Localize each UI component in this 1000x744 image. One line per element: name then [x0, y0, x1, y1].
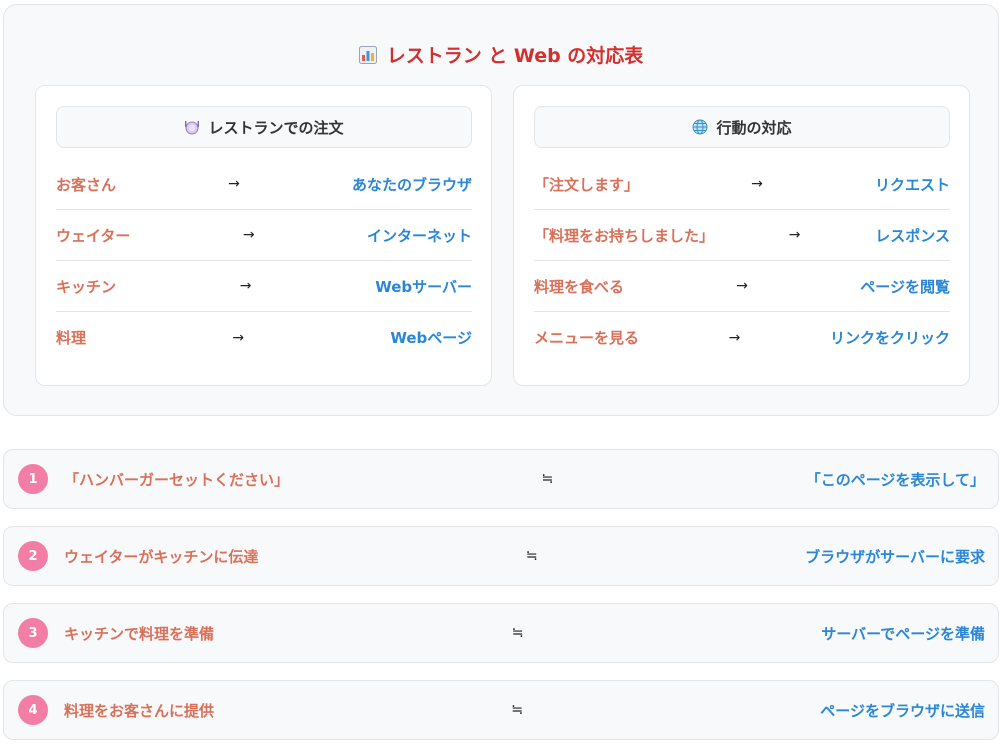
comparison-panel: レストラン と Web の対応表 レストランでの注文 お客さん → あなたのブラ…	[3, 4, 999, 416]
mapping-left: 「注文します」	[534, 175, 640, 194]
mapping-row: キッチン → Webサーバー	[56, 261, 472, 312]
arrow-icon: →	[751, 176, 763, 192]
step-restaurant-text: 「ハンバーガーセットください」	[64, 470, 290, 489]
mapping-row: 「料理をお持ちしました」 → レスポンス	[534, 210, 950, 261]
step-web-text: 「このページを表示して」	[805, 470, 985, 489]
step-restaurant-text: ウェイターがキッチンに伝達	[64, 547, 259, 566]
page-title-text: レストラン と Web の対応表	[386, 45, 644, 67]
mapping-left: お客さん	[56, 175, 117, 194]
approx-equal-icon: ≒	[511, 625, 524, 641]
mapping-right: Webページ	[390, 329, 472, 347]
step-web-text: ブラウザがサーバーに要求	[805, 547, 985, 566]
page-title: レストラン と Web の対応表	[4, 41, 998, 68]
restaurant-card: レストランでの注文 お客さん → あなたのブラウザ ウェイター → インターネッ…	[35, 85, 492, 386]
step-number-badge: 2	[18, 541, 48, 571]
arrow-icon: →	[788, 227, 801, 243]
mapping-right: リクエスト	[874, 175, 950, 194]
arrow-icon: →	[239, 278, 252, 294]
mapping-left: 料理	[56, 329, 87, 347]
step-row: 4 料理をお客さんに提供 ≒ ページをブラウザに送信	[3, 680, 999, 740]
mapping-right: Webサーバー	[375, 277, 472, 296]
arrow-icon: →	[728, 329, 741, 346]
mapping-row: お客さん → あなたのブラウザ	[56, 159, 472, 210]
step-left: 4 料理をお客さんに提供	[18, 695, 214, 725]
mapping-row: 「注文します」 → リクエスト	[534, 159, 950, 210]
mapping-row: 料理を食べる → ページを閲覧	[534, 261, 950, 312]
mapping-left: 「料理をお持ちしました」	[534, 226, 715, 245]
action-card-title: 行動の対応	[716, 118, 792, 137]
step-restaurant-text: キッチンで料理を準備	[64, 624, 215, 643]
action-card: 行動の対応 「注文します」 → リクエスト 「料理をお持ちしました」 → レスポ…	[513, 85, 970, 386]
mapping-row: メニューを見る → リンクをクリック	[534, 312, 950, 363]
approx-equal-icon: ≒	[525, 548, 538, 564]
globe-icon	[692, 119, 708, 135]
bar-chart-icon	[358, 46, 377, 64]
action-card-header: 行動の対応	[534, 106, 950, 148]
arrow-icon: →	[736, 278, 749, 294]
step-number-badge: 4	[18, 695, 48, 725]
mapping-left: メニューを見る	[534, 329, 640, 347]
step-left: 3 キッチンで料理を準備	[18, 618, 214, 648]
step-number-badge: 3	[18, 618, 48, 648]
mapping-right: ページを閲覧	[860, 277, 950, 296]
mapping-row: 料理 → Webページ	[56, 312, 472, 363]
mapping-row: ウェイター → インターネット	[56, 210, 472, 261]
step-row: 1 「ハンバーガーセットください」 ≒ 「このページを表示して」	[3, 449, 999, 509]
approx-equal-icon: ≒	[541, 471, 554, 487]
arrow-icon: →	[232, 329, 245, 346]
step-restaurant-text: 料理をお客さんに提供	[64, 701, 215, 720]
mapping-left: キッチン	[56, 277, 117, 296]
approx-equal-icon: ≒	[511, 702, 524, 718]
mapping-right: レスポンス	[875, 226, 950, 245]
step-number-badge: 1	[18, 464, 48, 494]
arrow-icon: →	[228, 176, 240, 192]
mapping-right: インターネット	[366, 226, 472, 245]
step-row: 2 ウェイターがキッチンに伝達 ≒ ブラウザがサーバーに要求	[3, 526, 999, 586]
step-row: 3 キッチンで料理を準備 ≒ サーバーでページを準備	[3, 603, 999, 663]
mapping-right: リンクをクリック	[829, 329, 950, 347]
step-left: 2 ウェイターがキッチンに伝達	[18, 541, 258, 571]
step-left: 1 「ハンバーガーセットください」	[18, 464, 289, 494]
arrow-icon: →	[242, 227, 255, 243]
step-web-text: ページをブラウザに送信	[820, 701, 985, 720]
mapping-left: ウェイター	[56, 226, 131, 245]
step-web-text: サーバーでページを準備	[821, 624, 985, 643]
restaurant-card-header: レストランでの注文	[56, 106, 472, 148]
mapping-right: あなたのブラウザ	[351, 175, 472, 194]
restaurant-card-title: レストランでの注文	[208, 118, 344, 137]
mapping-left: 料理を食べる	[534, 277, 625, 296]
plate-icon	[185, 121, 200, 135]
